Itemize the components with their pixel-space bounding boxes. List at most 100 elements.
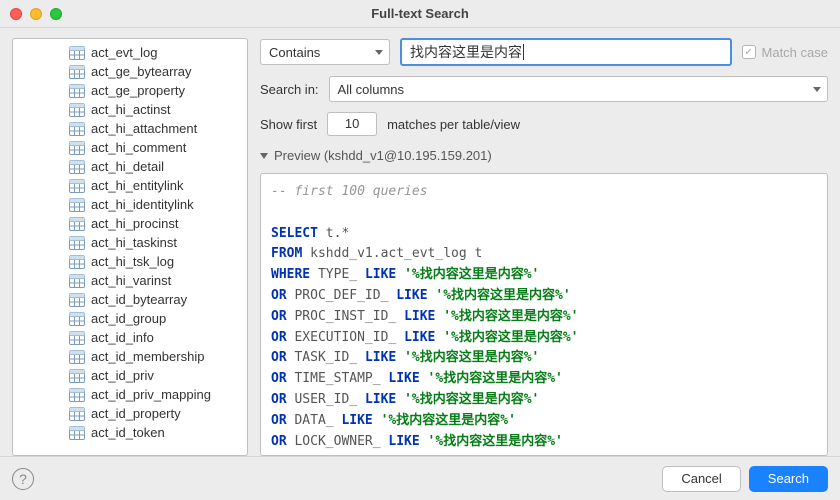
close-icon[interactable] xyxy=(10,8,22,20)
table-tree[interactable]: act_evt_log act_ge_bytearray act_ge_proper… xyxy=(12,38,248,456)
table-label: act_hi_taskinst xyxy=(91,235,177,250)
table-item[interactable]: act_ge_property xyxy=(13,81,247,100)
sql-line: OR PROC_INST_ID_ LIKE '%找内容这里是内容%' xyxy=(271,307,817,328)
footer: ? Cancel Search xyxy=(0,456,840,500)
chevron-down-icon xyxy=(813,87,821,92)
window-title: Full-text Search xyxy=(371,6,469,21)
table-icon xyxy=(69,255,85,269)
table-icon xyxy=(69,274,85,288)
table-label: act_ge_bytearray xyxy=(91,64,191,79)
chevron-down-icon xyxy=(375,50,383,55)
show-first-input[interactable]: 10 xyxy=(327,112,377,136)
table-label: act_id_group xyxy=(91,311,166,326)
table-icon xyxy=(69,46,85,60)
table-item[interactable]: act_hi_procinst xyxy=(13,214,247,233)
table-label: act_hi_procinst xyxy=(91,216,178,231)
table-icon xyxy=(69,141,85,155)
table-item[interactable]: act_evt_log xyxy=(13,43,247,62)
sql-line: OR LOCK_OWNER_ LIKE '%找内容这里是内容%' xyxy=(271,432,817,453)
minimize-icon[interactable] xyxy=(30,8,42,20)
match-mode-select[interactable]: Contains xyxy=(260,39,390,65)
search-input[interactable]: 找内容这里是内容 xyxy=(400,38,732,66)
preview-title: Preview (kshdd_v1@10.195.159.201) xyxy=(274,148,492,163)
table-item[interactable]: act_hi_comment xyxy=(13,138,247,157)
match-case-label: Match case xyxy=(762,45,828,60)
sql-line: SELECT t.* xyxy=(271,224,817,245)
table-label: act_hi_entitylink xyxy=(91,178,184,193)
sql-line: OR DATA_ LIKE '%找内容这里是内容%' xyxy=(271,411,817,432)
table-icon xyxy=(69,84,85,98)
table-item[interactable]: act_hi_entitylink xyxy=(13,176,247,195)
text-caret-icon xyxy=(523,44,524,60)
cancel-label: Cancel xyxy=(681,471,721,486)
table-item[interactable]: act_id_membership xyxy=(13,347,247,366)
table-icon xyxy=(69,236,85,250)
search-in-label: Search in: xyxy=(260,82,319,97)
search-in-value: All columns xyxy=(338,82,404,97)
sql-line: OR USER_ID_ LIKE '%找内容这里是内容%' xyxy=(271,390,817,411)
table-label: act_hi_attachment xyxy=(91,121,197,136)
table-icon xyxy=(69,65,85,79)
sql-line: OR TASK_ID_ LIKE '%找内容这里是内容%' xyxy=(271,348,817,369)
search-label: Search xyxy=(768,471,809,486)
table-icon xyxy=(69,160,85,174)
preview-query: -- first 100 queries SELECT t.*FROM kshdd… xyxy=(260,173,828,456)
table-item[interactable]: act_hi_attachment xyxy=(13,119,247,138)
table-item[interactable]: act_id_info xyxy=(13,328,247,347)
table-icon xyxy=(69,217,85,231)
table-label: act_id_property xyxy=(91,406,181,421)
table-label: act_id_bytearray xyxy=(91,292,187,307)
table-label: act_hi_tsk_log xyxy=(91,254,174,269)
sql-line: WHERE TYPE_ LIKE '%找内容这里是内容%' xyxy=(271,265,817,286)
show-first-suffix: matches per table/view xyxy=(387,117,520,132)
zoom-icon[interactable] xyxy=(50,8,62,20)
table-label: act_id_token xyxy=(91,425,165,440)
sql-comment: -- first 100 queries xyxy=(271,182,817,203)
table-item[interactable]: act_id_group xyxy=(13,309,247,328)
table-icon xyxy=(69,312,85,326)
table-label: act_hi_actinst xyxy=(91,102,171,117)
match-mode-value: Contains xyxy=(269,45,320,60)
help-button[interactable]: ? xyxy=(12,468,34,490)
preview-toggle[interactable]: Preview (kshdd_v1@10.195.159.201) xyxy=(260,148,828,163)
checkbox-icon: ✓ xyxy=(742,45,756,59)
table-label: act_id_membership xyxy=(91,349,204,364)
table-icon xyxy=(69,179,85,193)
sql-line: OR EXECUTION_ID_ LIKE '%找内容这里是内容%' xyxy=(271,328,817,349)
table-label: act_ge_property xyxy=(91,83,185,98)
table-icon xyxy=(69,122,85,136)
window-controls xyxy=(10,8,62,20)
table-icon xyxy=(69,293,85,307)
table-item[interactable]: act_ge_bytearray xyxy=(13,62,247,81)
table-item[interactable]: act_hi_taskinst xyxy=(13,233,247,252)
show-first-value: 10 xyxy=(345,116,359,131)
table-item[interactable]: act_id_priv_mapping xyxy=(13,385,247,404)
sql-line: OR PROC_DEF_ID_ LIKE '%找内容这里是内容%' xyxy=(271,286,817,307)
search-in-select[interactable]: All columns xyxy=(329,76,828,102)
table-item[interactable]: act_hi_tsk_log xyxy=(13,252,247,271)
table-item[interactable]: act_id_token xyxy=(13,423,247,442)
table-label: act_hi_identitylink xyxy=(91,197,194,212)
table-item[interactable]: act_id_bytearray xyxy=(13,290,247,309)
sql-line: FROM kshdd_v1.act_evt_log t xyxy=(271,244,817,265)
table-item[interactable]: act_id_priv xyxy=(13,366,247,385)
search-button[interactable]: Search xyxy=(749,466,828,492)
table-item[interactable]: act_hi_detail xyxy=(13,157,247,176)
table-label: act_hi_comment xyxy=(91,140,186,155)
table-item[interactable]: act_hi_actinst xyxy=(13,100,247,119)
table-icon xyxy=(69,103,85,117)
table-item[interactable]: act_id_property xyxy=(13,404,247,423)
disclosure-triangle-icon xyxy=(260,153,268,159)
table-icon xyxy=(69,198,85,212)
table-icon xyxy=(69,407,85,421)
search-input-value: 找内容这里是内容 xyxy=(410,42,522,62)
show-first-label: Show first xyxy=(260,117,317,132)
match-case-checkbox[interactable]: ✓ Match case xyxy=(742,45,828,60)
cancel-button[interactable]: Cancel xyxy=(662,466,740,492)
table-icon xyxy=(69,350,85,364)
table-label: act_id_info xyxy=(91,330,154,345)
sql-line: OR TIME_STAMP_ LIKE '%找内容这里是内容%' xyxy=(271,369,817,390)
table-icon xyxy=(69,331,85,345)
table-item[interactable]: act_hi_identitylink xyxy=(13,195,247,214)
table-item[interactable]: act_hi_varinst xyxy=(13,271,247,290)
